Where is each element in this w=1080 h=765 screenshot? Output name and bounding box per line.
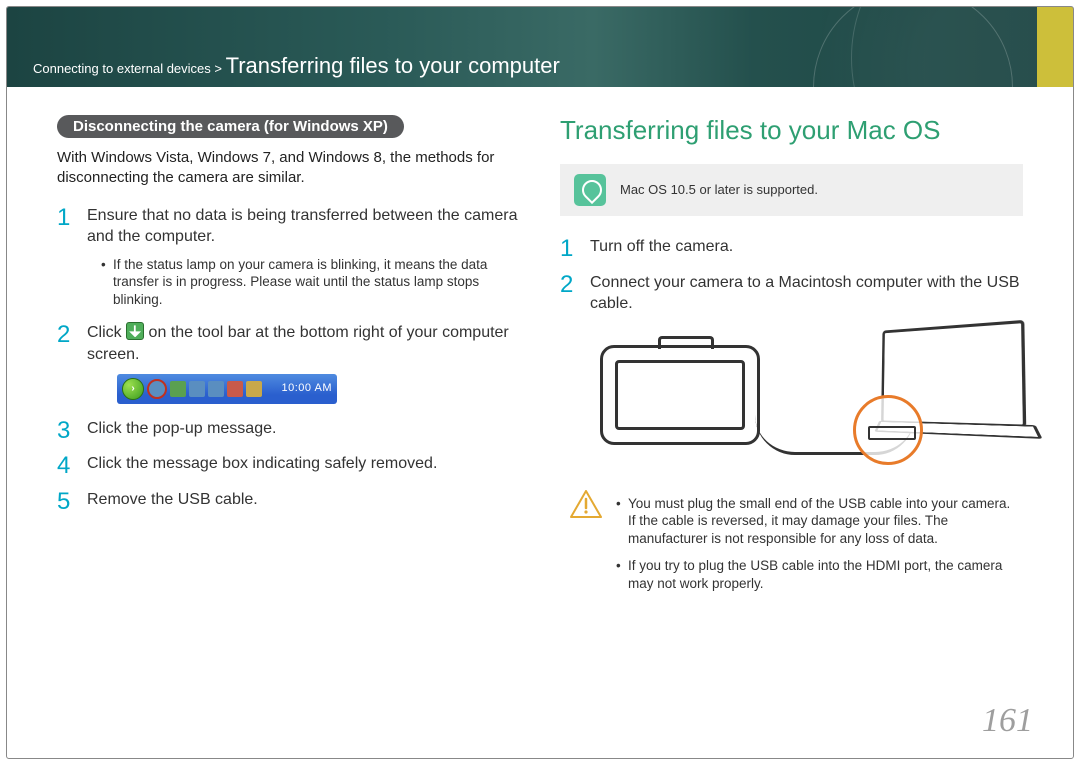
usb-port-highlight: [853, 395, 923, 465]
camera-laptop-illustration: [590, 325, 1023, 465]
taskbar-clock: 10:00 AM: [282, 381, 332, 396]
mac-note-text: Mac OS 10.5 or later is supported.: [620, 181, 818, 199]
safely-remove-icon: [126, 322, 144, 340]
caution-box: You must plug the small end of the USB c…: [560, 479, 1023, 611]
tray-icon: [208, 381, 224, 397]
note-icon: [574, 174, 606, 206]
windows-taskbar-illustration: › 10:00 AM: [117, 374, 337, 404]
tray-icon: [170, 381, 186, 397]
header-accent-bar: [1037, 7, 1073, 87]
page-header: Connecting to external devices > Transfe…: [7, 7, 1073, 87]
breadcrumb: Connecting to external devices > Transfe…: [33, 53, 560, 79]
step-1-note: If the status lamp on your camera is bli…: [101, 256, 520, 309]
camera-illustration: [600, 345, 760, 445]
caution-text: You must plug the small end of the USB c…: [616, 487, 1013, 603]
mac-step-2: Connect your camera to a Macintosh compu…: [560, 272, 1023, 465]
step-2: Click on the tool bar at the bottom righ…: [57, 322, 520, 403]
start-button-icon: ›: [122, 378, 144, 400]
windows-steps: Ensure that no data is being transferred…: [57, 205, 520, 511]
step-3: Click the pop-up message.: [57, 418, 520, 440]
section-pill-windows: Disconnecting the camera (for Windows XP…: [57, 115, 404, 138]
step-4: Click the message box indicating safely …: [57, 453, 520, 475]
mac-steps: Turn off the camera. Connect your camera…: [560, 236, 1023, 465]
mac-step-1: Turn off the camera.: [560, 236, 1023, 258]
tray-volume-icon: [227, 381, 243, 397]
left-column: Disconnecting the camera (for Windows XP…: [57, 115, 520, 698]
tray-safely-remove-icon: [147, 379, 167, 399]
page-number: 161: [982, 702, 1033, 740]
intro-text: With Windows Vista, Windows 7, and Windo…: [57, 148, 520, 189]
tray-icon: [246, 381, 262, 397]
breadcrumb-prefix: Connecting to external devices >: [33, 61, 222, 76]
caution-icon: [570, 490, 602, 518]
mac-section-title: Transferring files to your Mac OS: [560, 115, 1023, 146]
mac-note-box: Mac OS 10.5 or later is supported.: [560, 164, 1023, 216]
right-column: Transferring files to your Mac OS Mac OS…: [560, 115, 1023, 698]
breadcrumb-title: Transferring files to your computer: [226, 53, 560, 78]
step-1: Ensure that no data is being transferred…: [57, 205, 520, 309]
step-5: Remove the USB cable.: [57, 489, 520, 511]
tray-icon: [189, 381, 205, 397]
